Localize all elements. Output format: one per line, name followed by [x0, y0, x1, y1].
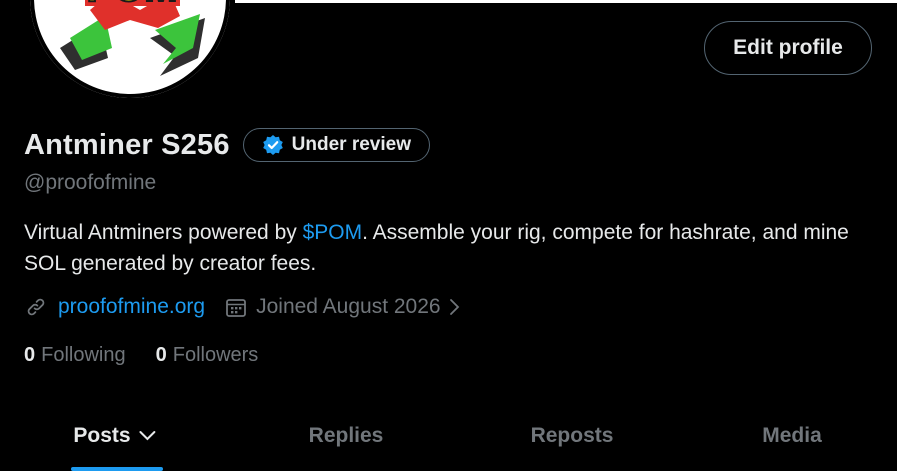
joined-date: Joined August 2026 — [256, 295, 441, 318]
followers-count: 0 — [155, 344, 167, 366]
edit-profile-button[interactable]: Edit profile — [704, 21, 872, 75]
avatar-text: POM — [86, 0, 177, 10]
following-label: Following — [41, 344, 126, 366]
active-tab-indicator — [71, 467, 163, 471]
verified-badge-icon — [262, 135, 283, 155]
followers-label: Followers — [172, 344, 259, 366]
avatar-logo: POM — [38, 0, 222, 90]
following-count: 0 — [24, 344, 36, 366]
follow-stats: 0 Following 0 Followers — [24, 344, 258, 367]
tab-posts-label: Posts — [73, 424, 131, 447]
avatar[interactable]: POM — [30, 0, 230, 98]
calendar-icon — [226, 299, 246, 317]
tab-reposts-label: Reposts — [530, 424, 614, 447]
profile-tabs: Posts Replies Reposts Media — [0, 405, 897, 471]
profile-meta: proofofmine.org Joined August 2026 — [24, 295, 463, 319]
display-name: Antminer S256 — [24, 128, 230, 161]
chevron-down-icon — [139, 431, 156, 441]
tab-replies-label: Replies — [308, 424, 384, 447]
website-link[interactable]: proofofmine.org — [58, 295, 205, 319]
bio-cashtag-link[interactable]: $POM — [303, 221, 363, 244]
following-link[interactable]: 0 Following — [24, 344, 126, 367]
tab-posts[interactable]: Posts — [73, 424, 156, 448]
profile-name-row: Antminer S256 Under review — [24, 128, 430, 162]
banner-edge — [235, 0, 897, 3]
profile-handle: @proofofmine — [24, 171, 157, 194]
verification-badge[interactable]: Under review — [242, 128, 430, 162]
link-icon — [27, 298, 45, 316]
tab-reposts[interactable]: Reposts — [531, 424, 614, 448]
tab-replies[interactable]: Replies — [309, 424, 384, 448]
followers-link[interactable]: 0 Followers — [156, 344, 259, 367]
tab-media-label: Media — [762, 424, 822, 447]
chevron-right-icon[interactable] — [447, 296, 463, 318]
badge-label: Under review — [291, 134, 411, 155]
bio-text-start: Virtual Antminers powered by — [24, 221, 303, 244]
profile-bio: Virtual Antminers powered by $POM. Assem… — [24, 217, 874, 279]
tab-media[interactable]: Media — [762, 424, 822, 448]
